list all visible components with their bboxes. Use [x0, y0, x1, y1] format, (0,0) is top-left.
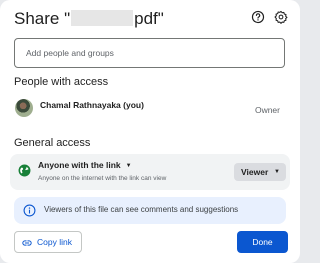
role-dropdown[interactable]: Viewer ▼	[234, 163, 286, 181]
person-row: Chamal Rathnayaka (you) Owner	[14, 96, 286, 122]
title-prefix: Share "	[14, 9, 71, 28]
link-icon	[22, 240, 32, 246]
access-setting-dropdown[interactable]: Anyone with the link ▼	[38, 160, 132, 170]
general-access-heading: General access	[14, 137, 91, 149]
caret-down-icon: ▼	[125, 163, 132, 169]
people-with-access-heading: People with access	[14, 76, 109, 88]
caret-down-icon: ▼	[274, 169, 280, 175]
redacted-filename	[71, 10, 134, 26]
copy-link-button[interactable]: Copy link	[14, 231, 82, 253]
globe-icon	[18, 164, 31, 177]
header-icons	[251, 10, 288, 24]
avatar	[15, 99, 33, 117]
copy-link-label: Copy link	[37, 237, 72, 247]
done-button[interactable]: Done	[237, 231, 288, 253]
title-suffix: pdf"	[134, 9, 164, 28]
general-access-row: Anyone with the link ▼ Anyone on the inte…	[10, 154, 290, 190]
info-icon	[23, 204, 36, 217]
person-name: Chamal Rathnayaka (you)	[40, 100, 144, 110]
info-banner: Viewers of this file can see comments an…	[14, 197, 286, 224]
dialog-title: Share " pdf"	[14, 8, 290, 30]
share-dialog: Share " pdf" Add people and groups People…	[0, 0, 300, 263]
role-label: Viewer	[241, 167, 269, 177]
dialog-header: Share " pdf"	[14, 8, 290, 30]
person-role: Owner	[254, 105, 280, 115]
access-description: Anyone on the internet with the link can…	[38, 175, 167, 182]
add-people-input[interactable]: Add people and groups	[14, 38, 285, 68]
help-icon[interactable]	[251, 10, 265, 24]
settings-icon[interactable]	[274, 10, 288, 24]
access-setting-label: Anyone with the link	[38, 160, 121, 170]
info-text: Viewers of this file can see comments an…	[44, 205, 239, 214]
